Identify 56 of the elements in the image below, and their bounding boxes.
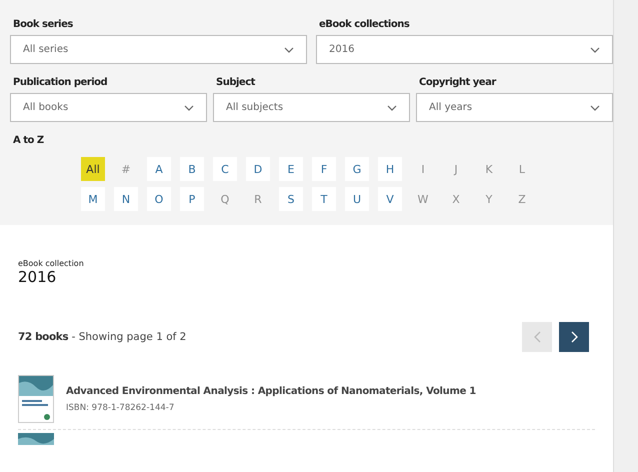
letter-filter[interactable]: M bbox=[81, 187, 105, 211]
letter-filter[interactable]: U bbox=[345, 187, 369, 211]
letter-filter: L bbox=[518, 162, 526, 178]
letter-filter: W bbox=[416, 192, 430, 208]
letter-filter[interactable]: P bbox=[180, 187, 204, 211]
letter-filter[interactable]: A bbox=[147, 157, 171, 181]
letter-filter: I bbox=[420, 162, 426, 178]
letter-filter: X bbox=[451, 192, 461, 208]
letter-filter[interactable]: H bbox=[378, 157, 402, 181]
letter-filter[interactable]: F bbox=[312, 157, 336, 181]
letter-filter[interactable]: G bbox=[345, 157, 369, 181]
book-title-link[interactable]: Advanced Environmental Analysis : Applications of Nanomaterials, Volume 1 bbox=[66, 386, 476, 396]
chevron-down-icon bbox=[590, 104, 600, 110]
letter-filter[interactable]: V bbox=[378, 187, 402, 211]
letter-filter[interactable]: O bbox=[147, 187, 171, 211]
dropdown[interactable]: 2016 bbox=[316, 35, 613, 64]
filter-label: Publication period bbox=[13, 77, 108, 88]
letter-filter[interactable]: C bbox=[213, 157, 237, 181]
chevron-down-icon bbox=[284, 46, 294, 52]
dropdown[interactable]: All years bbox=[416, 93, 613, 122]
filter-label: Subject bbox=[216, 77, 256, 88]
chevron-right-icon bbox=[570, 331, 578, 343]
letter-filter[interactable]: All bbox=[81, 157, 105, 181]
filter-label: Book series bbox=[13, 19, 74, 30]
letter-filter[interactable]: N bbox=[114, 187, 138, 211]
letter-filter: Z bbox=[517, 192, 527, 208]
next-page-button[interactable] bbox=[559, 322, 589, 352]
filter-label: Copyright year bbox=[419, 77, 498, 88]
letter-filter: Q bbox=[220, 192, 230, 208]
letter-filter[interactable]: D bbox=[246, 157, 270, 181]
letter-filter[interactable]: B bbox=[180, 157, 204, 181]
book-cover-image[interactable] bbox=[18, 433, 54, 445]
dropdown[interactable]: All books bbox=[10, 93, 207, 122]
a-to-z-label: A to Z bbox=[13, 135, 45, 146]
chevron-down-icon bbox=[387, 104, 397, 110]
letter-filter: K bbox=[484, 162, 494, 178]
collection-title: 2016 bbox=[18, 268, 58, 286]
isbn-text: ISBN: 978-1-78262-144-7 bbox=[66, 402, 174, 412]
letter-filter: R bbox=[253, 192, 263, 208]
letter-filter[interactable]: E bbox=[279, 157, 303, 181]
letter-filter: # bbox=[120, 162, 132, 178]
letter-filter[interactable]: S bbox=[279, 187, 303, 211]
letter-filter: Y bbox=[484, 192, 494, 208]
chevron-down-icon bbox=[184, 104, 194, 110]
letter-filter[interactable]: T bbox=[312, 187, 336, 211]
letter-filter: J bbox=[452, 162, 459, 178]
page-info: Showing page 1 of 2 bbox=[78, 331, 186, 343]
dropdown[interactable]: All subjects bbox=[213, 93, 410, 122]
separator: - bbox=[72, 331, 76, 343]
collection-caption: eBook collection bbox=[18, 259, 85, 268]
chevron-down-icon bbox=[590, 46, 600, 52]
dropdown[interactable]: All series bbox=[10, 35, 307, 64]
chevron-left-icon bbox=[534, 331, 540, 343]
book-count: 72 books bbox=[18, 331, 68, 343]
book-cover-image[interactable] bbox=[18, 375, 54, 423]
filter-label: eBook collections bbox=[319, 19, 410, 30]
